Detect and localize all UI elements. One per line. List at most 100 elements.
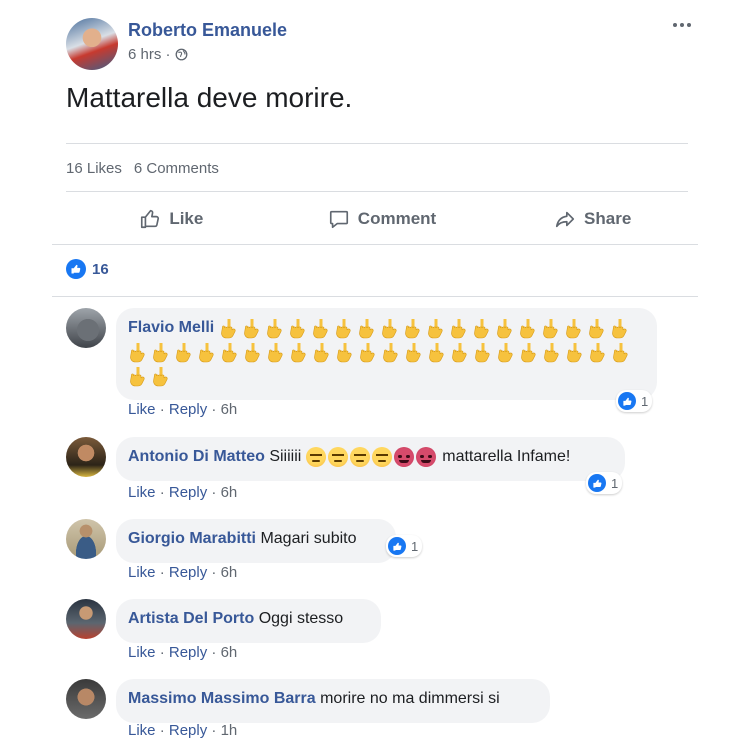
comment-like-link[interactable]: Like (128, 564, 156, 581)
likes-count[interactable]: 16 Likes (66, 160, 122, 177)
comment-text: mattarella Infame! (442, 448, 571, 465)
comment-time[interactable]: 6h (221, 401, 238, 418)
comment-like-link[interactable]: Like (128, 484, 156, 501)
comment-reply-link[interactable]: Reply (169, 484, 207, 501)
middle-finger-emoji (473, 318, 489, 339)
middle-finger-emoji (222, 342, 237, 363)
post-time-label[interactable]: 6 hrs · (128, 46, 171, 63)
comment-text: Magari subito (260, 530, 357, 547)
post-stats: 16 Likes 6 Comments (66, 160, 219, 177)
middle-finger-emoji (360, 342, 375, 363)
middle-finger-emoji (176, 342, 191, 363)
middle-finger-emoji (243, 318, 259, 339)
avatar[interactable] (66, 519, 106, 559)
avatar[interactable] (66, 599, 106, 639)
reaction-number: 1 (641, 393, 649, 409)
like-button-label: Like (169, 209, 204, 228)
more-options-icon[interactable] (669, 12, 695, 38)
comment-actions: Like · Reply · 1h (128, 722, 238, 739)
comment-time[interactable]: 6h (221, 564, 238, 581)
divider (52, 296, 698, 297)
middle-finger-emoji (611, 318, 627, 339)
comment-actions: Like · Reply · 6h (128, 564, 238, 581)
comment-author[interactable]: Flavio Melli (128, 319, 214, 336)
middle-finger-emoji (427, 318, 443, 339)
dot (680, 23, 684, 27)
comment-bubble: Giorgio Marabitti Magari subito (116, 519, 396, 563)
reaction-count: 16 (92, 260, 109, 278)
middle-finger-emoji (565, 318, 581, 339)
thumbs-up-icon (141, 209, 160, 229)
post-timestamp[interactable]: 6 hrs · (128, 46, 188, 63)
devil-face-emoji (415, 446, 436, 467)
comment-time[interactable]: 1h (221, 722, 238, 739)
comment-text: Siiiiii (269, 448, 302, 465)
middle-finger-emoji (590, 342, 605, 363)
middle-finger-emoji (450, 318, 466, 339)
comment-time[interactable]: 6h (221, 644, 238, 661)
comment-like-link[interactable]: Like (128, 401, 156, 418)
middle-finger-emoji (268, 342, 283, 363)
like-reaction-icon (618, 392, 636, 410)
like-reaction-icon (66, 259, 86, 279)
like-reaction-icon (588, 474, 606, 492)
comment-author[interactable]: Artista Del Porto (128, 610, 254, 627)
middle-finger-emoji (519, 318, 535, 339)
like-button[interactable]: Like (66, 199, 277, 239)
middle-finger-emoji (406, 342, 421, 363)
avatar[interactable] (66, 679, 106, 719)
comment-text: Oggi stesso (258, 610, 344, 627)
comment-reaction-count[interactable]: 1 (386, 535, 423, 557)
avatar[interactable] (66, 437, 106, 477)
middle-finger-emoji (266, 318, 282, 339)
middle-finger-emoji (613, 342, 628, 363)
comment-actions: Like · Reply · 6h (128, 644, 238, 661)
comments-count[interactable]: 6 Comments (134, 160, 219, 177)
dot (673, 23, 677, 27)
divider (66, 191, 688, 192)
middle-finger-emoji (358, 318, 374, 339)
comment-reply-link[interactable]: Reply (169, 564, 207, 581)
comment-time[interactable]: 6h (221, 484, 238, 501)
comment-reaction-count[interactable]: 1 (586, 472, 623, 494)
middle-finger-emoji (498, 342, 513, 363)
middle-finger-emoji (289, 318, 305, 339)
action-bar: Like Comment Share (66, 194, 698, 244)
comment-like-link[interactable]: Like (128, 644, 156, 661)
comment-author[interactable]: Antonio Di Matteo (128, 448, 265, 465)
share-button-label: Share (584, 209, 632, 228)
comment-bubble: Flavio Melli (116, 308, 657, 400)
comment-reply-link[interactable]: Reply (169, 722, 207, 739)
divider (52, 244, 698, 245)
comment-reaction-count[interactable]: 1 (616, 390, 653, 412)
author-name[interactable]: Roberto Emanuele (128, 20, 287, 41)
comment-author[interactable]: Massimo Massimo Barra (128, 690, 316, 707)
middle-finger-emoji (291, 342, 306, 363)
middle-finger-emoji (199, 342, 214, 363)
comment-author[interactable]: Giorgio Marabitti (128, 530, 256, 547)
middle-finger-emoji (521, 342, 536, 363)
middle-finger-emoji (404, 318, 420, 339)
like-reaction-icon (388, 537, 406, 555)
comment-actions: Like · Reply · 6h (128, 484, 238, 501)
comment-button-label: Comment (357, 209, 437, 228)
middle-finger-emoji (452, 342, 467, 363)
middle-finger-emoji (542, 318, 558, 339)
middle-finger-emoji (130, 366, 145, 387)
comment-like-link[interactable]: Like (128, 722, 156, 739)
middle-finger-emoji (153, 366, 168, 387)
share-button[interactable]: Share (487, 199, 698, 239)
middle-finger-emoji (337, 342, 352, 363)
comment-reply-link[interactable]: Reply (169, 401, 207, 418)
comment-reply-link[interactable]: Reply (169, 644, 207, 661)
middle-finger-emoji (496, 318, 512, 339)
avatar[interactable] (66, 308, 106, 348)
reaction-number: 1 (611, 475, 619, 491)
comment-button[interactable]: Comment (277, 199, 488, 239)
post-reactions[interactable]: 16 (66, 259, 109, 279)
middle-finger-emoji (475, 342, 490, 363)
devil-face-emoji (393, 446, 414, 467)
comment-text: morire no ma dimmersi si (320, 690, 500, 707)
author-avatar[interactable] (66, 18, 118, 70)
middle-finger-emoji (544, 342, 559, 363)
